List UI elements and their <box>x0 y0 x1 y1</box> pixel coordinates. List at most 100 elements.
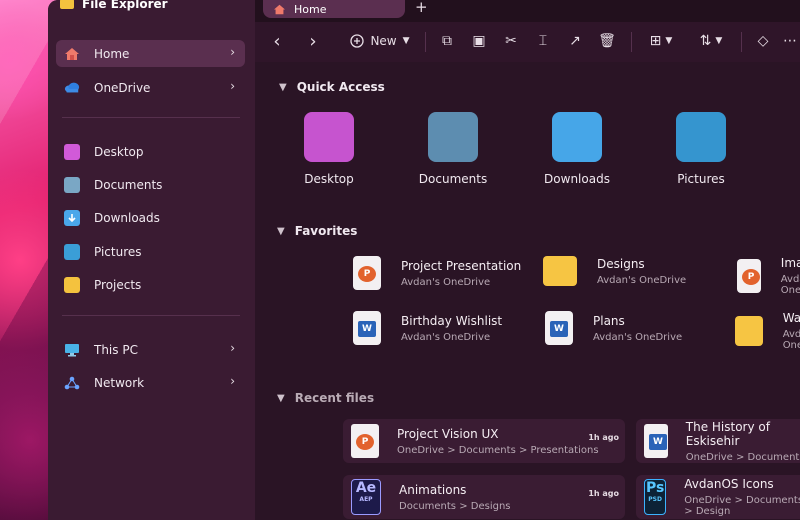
new-button[interactable]: New ▼ <box>347 30 413 52</box>
tab-strip: Home + <box>255 0 800 22</box>
chevron-down-icon: ▼ <box>665 36 673 46</box>
downloads-folder-icon <box>552 112 602 162</box>
favorite-name: Imagination <box>780 256 800 270</box>
app-title: File Explorer <box>82 0 168 11</box>
chevron-down-icon: ▼ <box>277 225 285 237</box>
favorite-location: Avdan's OneDrive <box>593 331 683 343</box>
tag-icon[interactable]: ◇ <box>753 30 773 52</box>
tab-home[interactable]: Home <box>263 0 405 18</box>
plus-circle-icon <box>350 34 365 48</box>
word-file-icon: W <box>644 424 668 458</box>
new-tab-button[interactable]: + <box>415 0 428 16</box>
favorite-item[interactable]: P Project Presentation Avdan's OneDrive <box>353 256 521 290</box>
new-button-label: New <box>370 34 397 48</box>
cloud-icon <box>64 80 80 96</box>
chevron-down-icon: ▼ <box>715 36 723 46</box>
view-layout-button[interactable]: ⊞ ▼ <box>641 30 681 52</box>
network-icon <box>64 375 80 391</box>
monitor-icon <box>64 342 80 358</box>
quick-access-desktop[interactable]: Desktop <box>279 112 379 186</box>
content-area: ▼ Quick Access Desktop Documents Downloa… <box>255 62 800 520</box>
sidebar-item-label: Projects <box>94 277 142 292</box>
sidebar-divider <box>62 117 240 118</box>
sidebar-item-onedrive[interactable]: OneDrive › <box>56 74 245 101</box>
documents-folder-icon <box>428 112 478 162</box>
chevron-right-icon[interactable]: › <box>230 374 235 388</box>
favorite-item[interactable]: W Plans Avdan's OneDrive <box>545 311 682 345</box>
quick-access-label: Desktop <box>304 172 354 186</box>
sidebar-item-this-pc[interactable]: This PC › <box>56 336 245 363</box>
sidebar-item-pictures[interactable]: Pictures <box>56 238 245 265</box>
folder-icon <box>60 0 74 9</box>
sidebar-item-label: OneDrive <box>94 80 151 95</box>
sidebar-item-projects[interactable]: Projects <box>56 271 245 298</box>
photoshop-file-icon: Ps PSD <box>644 479 667 515</box>
favorite-item[interactable]: W Birthday Wishlist Avdan's OneDrive <box>353 311 502 345</box>
recent-file-name: Project Vision UX <box>397 426 499 441</box>
sidebar-item-desktop[interactable]: Desktop <box>56 138 245 165</box>
favorite-item[interactable]: Wallpapers Avdan's OneDrive <box>735 311 800 351</box>
titlebar: File Explorer <box>60 0 168 14</box>
recent-file-time: 1h ago <box>588 489 619 498</box>
sidebar-item-label: Network <box>94 375 145 390</box>
section-recent-files[interactable]: ▼ Recent files <box>277 391 374 405</box>
quick-access-downloads[interactable]: Downloads <box>527 112 627 186</box>
folder-icon <box>543 256 577 286</box>
sidebar-item-label: Documents <box>94 177 163 192</box>
sidebar-item-label: Pictures <box>94 244 142 259</box>
recent-file-item[interactable]: P Project Vision UX OneDrive > Documents… <box>343 419 625 463</box>
quick-access-label: Documents <box>418 172 488 186</box>
toolbar-divider <box>741 32 742 52</box>
powerpoint-file-icon: P <box>351 424 379 458</box>
recent-file-item[interactable]: Ps PSD AvdanOS Icons OneDrive > Documents… <box>636 475 800 519</box>
recent-file-path: Documents > Designs <box>399 500 511 512</box>
section-title: Recent files <box>294 391 375 405</box>
document-icon <box>64 176 80 193</box>
favorite-item[interactable]: Designs Avdan's OneDrive <box>543 256 686 286</box>
sort-button[interactable]: ⇅ ▼ <box>691 30 731 52</box>
share-icon[interactable]: ↗ <box>565 30 585 52</box>
forward-button[interactable]: › <box>303 30 323 52</box>
sidebar-item-label: Downloads <box>94 210 160 225</box>
quick-access-documents[interactable]: Documents <box>403 112 503 186</box>
chevron-down-icon: ▼ <box>277 392 285 404</box>
paste-icon[interactable]: ▣ <box>469 30 489 52</box>
download-icon <box>64 209 80 226</box>
quick-access-pictures[interactable]: Pictures <box>651 112 751 186</box>
cut-icon[interactable]: ✂ <box>501 30 521 52</box>
favorite-location: Avdan's OneDrive <box>401 276 491 288</box>
folder-icon <box>735 316 763 346</box>
section-favorites[interactable]: ▼ Favorites <box>277 224 357 238</box>
chevron-right-icon[interactable]: › <box>230 45 235 59</box>
sidebar-item-network[interactable]: Network › <box>56 369 245 396</box>
rename-icon[interactable]: ⌶ <box>533 30 553 52</box>
section-title: Quick Access <box>296 80 385 94</box>
favorite-item[interactable]: P Imagination Avdan's OneDrive <box>737 256 800 296</box>
favorite-name: Birthday Wishlist <box>401 313 503 328</box>
recent-file-item[interactable]: W The History of Eskisehir OneDrive > Do… <box>636 419 800 463</box>
section-quick-access[interactable]: ▼ Quick Access <box>279 80 385 94</box>
recent-file-path: OneDrive > Documents > Presentations <box>397 444 599 456</box>
sidebar-item-downloads[interactable]: Downloads <box>56 204 245 231</box>
desktop-folder-icon <box>304 112 354 162</box>
chevron-right-icon[interactable]: › <box>230 79 235 93</box>
sidebar-item-label: Home <box>94 46 130 61</box>
home-icon <box>274 4 285 14</box>
delete-icon[interactable]: 🗑 <box>597 30 617 52</box>
chevron-down-icon: ▼ <box>279 81 287 93</box>
sidebar-item-documents[interactable]: Documents <box>56 171 245 198</box>
home-icon <box>64 46 80 62</box>
recent-file-path: OneDrive > Documents <box>685 451 800 463</box>
more-options-icon[interactable]: ⋯ <box>781 30 799 52</box>
toolbar-divider <box>425 32 426 52</box>
powerpoint-file-icon: P <box>353 256 381 290</box>
recent-file-item[interactable]: Ae AEP Animations Documents > Designs 1h … <box>343 475 625 519</box>
recent-file-path: OneDrive > Documents > Design <box>684 495 800 517</box>
favorite-name: Wallpapers <box>782 311 800 325</box>
picture-icon <box>64 243 80 260</box>
sidebar-item-home[interactable]: Home › <box>56 40 245 67</box>
tab-label: Home <box>294 2 327 16</box>
back-button[interactable]: ‹ <box>267 30 287 52</box>
copy-icon[interactable]: ⧉ <box>437 30 457 52</box>
chevron-right-icon[interactable]: › <box>230 341 235 355</box>
